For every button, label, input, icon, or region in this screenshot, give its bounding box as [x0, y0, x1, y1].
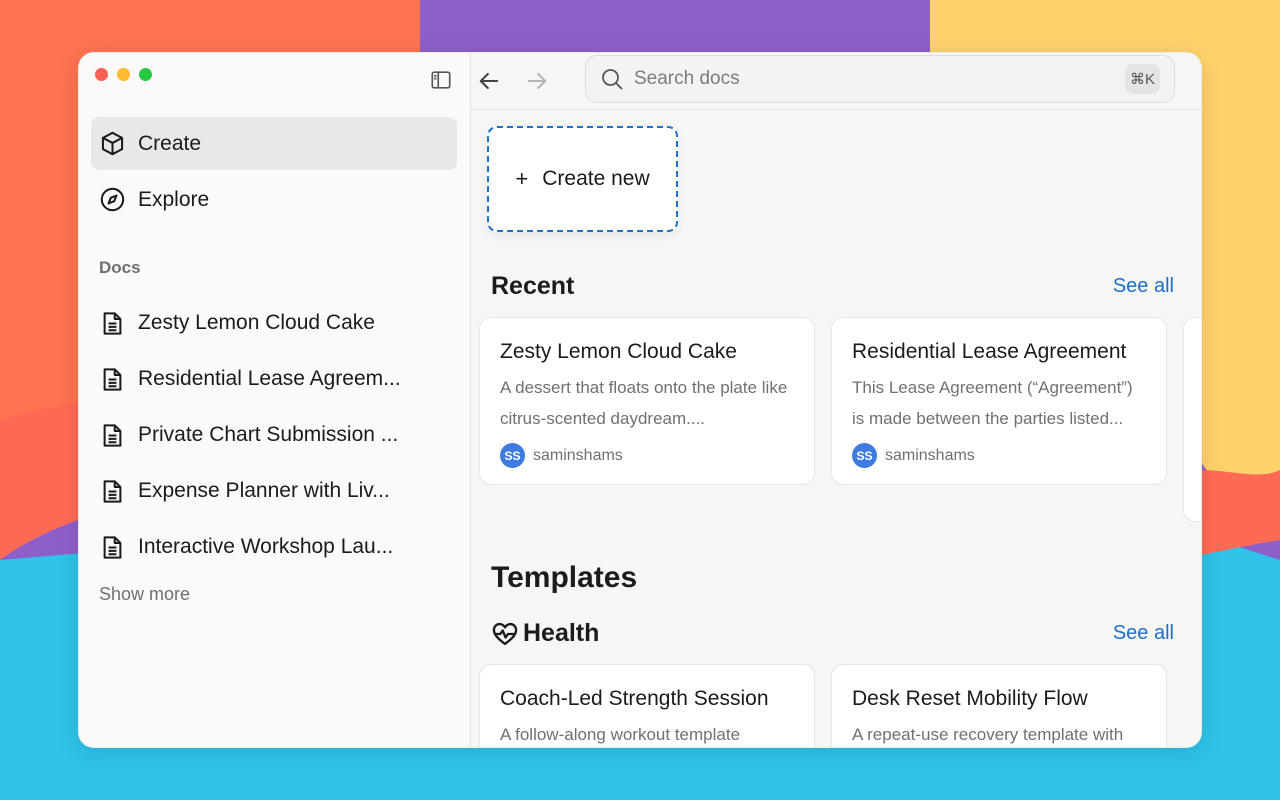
close-window-button[interactable] — [95, 68, 108, 81]
doc-item[interactable]: Interactive Workshop Lau... — [91, 519, 457, 575]
recent-heading: Recent — [491, 272, 575, 300]
sidebar: Create Explore Docs Zesty Lemon Cloud Ca… — [79, 53, 471, 747]
nav-item-create[interactable]: Create — [91, 117, 457, 170]
create-new-button[interactable]: + Create new — [487, 126, 678, 232]
card-description: This Lease Agreement (“Agreement”) is ma… — [852, 378, 1133, 428]
health-category-heading: Health — [491, 619, 599, 648]
topbar: Search docs ⌘K — [471, 53, 1201, 110]
search-shortcut-badge: ⌘K — [1124, 64, 1160, 94]
search-input[interactable]: Search docs ⌘K — [585, 55, 1175, 103]
card-title: Desk Reset Mobility Flow — [852, 687, 1088, 710]
back-arrow-icon[interactable] — [475, 67, 503, 95]
app-window: Create Explore Docs Zesty Lemon Cloud Ca… — [78, 52, 1202, 748]
template-card[interactable]: Desk Reset Mobility Flow A repeat-use re… — [831, 664, 1167, 747]
docs-list: Zesty Lemon Cloud Cake Residential Lease… — [91, 295, 457, 575]
card-description: A dessert that floats onto the plate lik… — [500, 378, 788, 428]
doc-item-label: Expense Planner with Liv... — [138, 479, 390, 502]
templates-heading: Templates — [491, 561, 638, 594]
avatar: SS — [500, 443, 525, 468]
doc-item[interactable]: Expense Planner with Liv... — [91, 463, 457, 519]
sidebar-toggle-icon[interactable] — [430, 69, 452, 91]
show-more-link[interactable]: Show more — [99, 584, 190, 605]
doc-item-label: Zesty Lemon Cloud Cake — [138, 311, 375, 334]
doc-item[interactable]: Zesty Lemon Cloud Cake — [91, 295, 457, 351]
doc-item-label: Interactive Workshop Lau... — [138, 535, 394, 558]
recent-doc-card-partial[interactable] — [1183, 317, 1201, 522]
avatar: SS — [852, 443, 877, 468]
doc-item[interactable]: Residential Lease Agreem... — [91, 351, 457, 407]
nav-item-explore[interactable]: Explore — [91, 173, 457, 226]
compass-icon — [100, 187, 125, 212]
forward-arrow-icon[interactable] — [523, 67, 551, 95]
plus-icon: + — [515, 166, 529, 191]
heart-pulse-icon — [492, 622, 518, 645]
nav-item-label: Explore — [138, 187, 210, 211]
card-title: Zesty Lemon Cloud Cake — [500, 340, 737, 363]
minimize-window-button[interactable] — [117, 68, 130, 81]
card-description: A repeat-use recovery template with — [852, 725, 1124, 744]
templates-see-all-link[interactable]: See all — [1113, 622, 1174, 645]
card-description: A follow-along workout template — [500, 725, 741, 744]
card-title: Coach-Led Strength Session — [500, 687, 769, 710]
category-label: Health — [523, 619, 600, 647]
author-name: saminshams — [885, 446, 975, 464]
search-icon — [602, 69, 623, 90]
card-author: SS saminshams — [500, 443, 794, 468]
primary-nav: Create Explore — [91, 117, 457, 229]
card-author: SS saminshams — [852, 443, 1146, 468]
document-icon — [103, 311, 122, 335]
nav-item-label: Create — [138, 131, 202, 155]
recent-doc-card[interactable]: Residential Lease Agreement This Lease A… — [831, 317, 1167, 485]
doc-item-label: Private Chart Submission ... — [138, 423, 399, 446]
doc-item-label: Residential Lease Agreem... — [138, 367, 401, 390]
recent-doc-card[interactable]: Zesty Lemon Cloud Cake A dessert that fl… — [479, 317, 815, 485]
card-title: Residential Lease Agreement — [852, 340, 1127, 363]
document-icon — [103, 479, 122, 503]
search-placeholder: Search docs — [634, 68, 740, 89]
docs-section-label: Docs — [99, 258, 141, 277]
author-name: saminshams — [533, 446, 623, 464]
template-card[interactable]: Coach-Led Strength Session A follow-alon… — [479, 664, 815, 747]
doc-item[interactable]: Private Chart Submission ... — [91, 407, 457, 463]
zoom-window-button[interactable] — [139, 68, 152, 81]
main-content: Search docs ⌘K + Create new Recent See a… — [471, 53, 1201, 747]
window-controls — [95, 68, 152, 81]
create-new-label: Create new — [542, 167, 650, 190]
cube-icon — [101, 131, 124, 156]
document-icon — [103, 423, 122, 447]
recent-see-all-link[interactable]: See all — [1113, 275, 1174, 298]
document-icon — [103, 367, 122, 391]
document-icon — [103, 535, 122, 559]
